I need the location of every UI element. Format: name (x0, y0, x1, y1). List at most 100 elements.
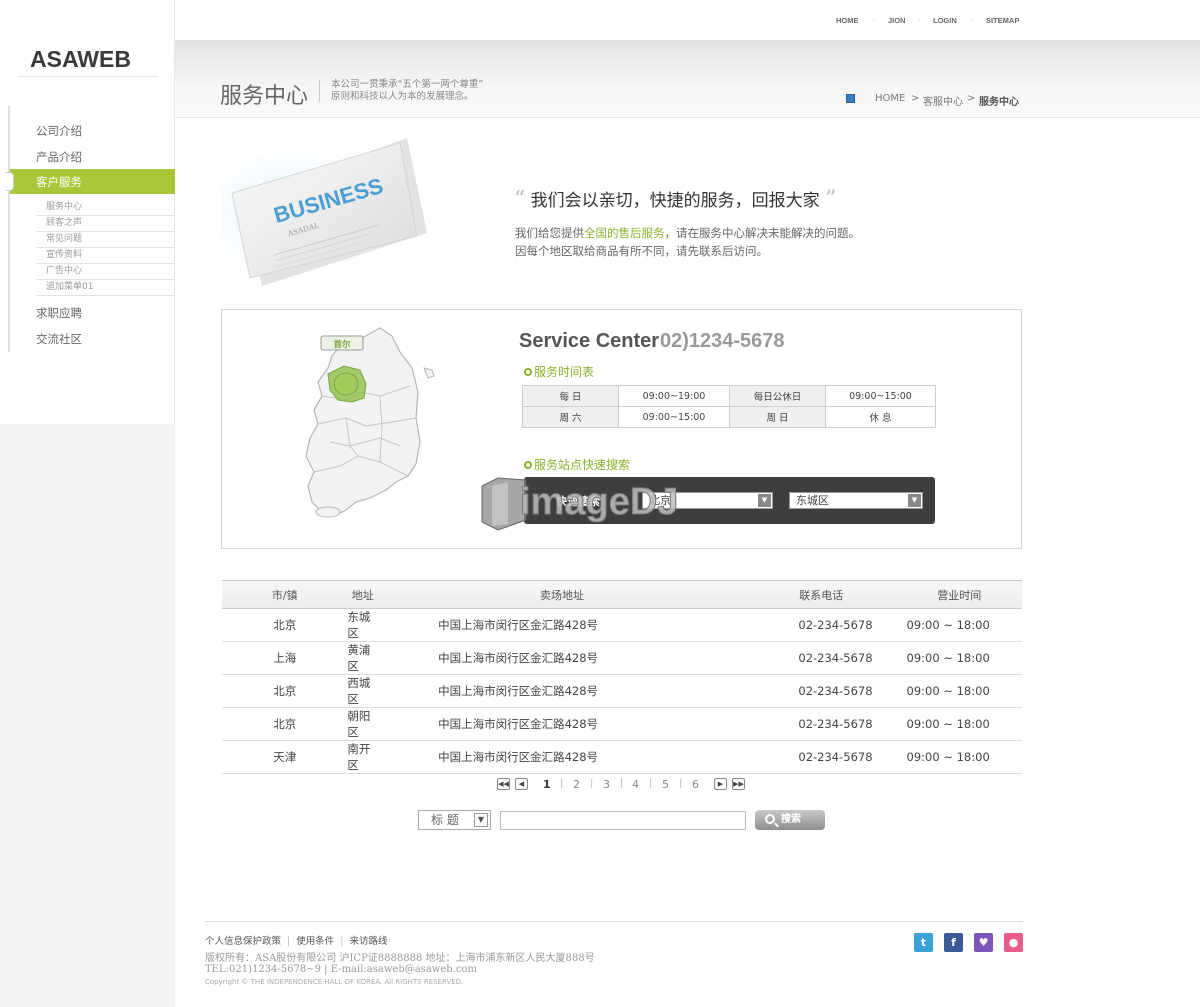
cell-district: 西城区 (347, 674, 379, 708)
hours-label: 每日公休日 (729, 385, 826, 407)
cell-address: 中国上海市闵行区金汇路428号 (378, 740, 747, 774)
page-5[interactable]: 5 (662, 778, 669, 791)
hours-label: 周 日 (729, 406, 826, 428)
pagination: ◀◀ ◀ 1 | 2 | 3 | 4 | 5 | 6 ▶ ▶▶ (497, 778, 757, 792)
cell-address: 中国上海市闵行区金汇路428号 (378, 608, 747, 642)
cell-phone: 02-234-5678 (746, 740, 897, 774)
logo-divider (18, 76, 158, 77)
menu-item-jobs[interactable]: 求职应聘 (36, 305, 82, 321)
footer-link-terms[interactable]: 使用条件 (296, 936, 334, 947)
facebook-icon[interactable]: f (944, 933, 963, 952)
page: ASAWEB 公司介绍 产品介绍 客户服务 服务中心 顾客之声 常见问题 宣传资… (0, 0, 1200, 1007)
table-row[interactable]: 上海 黄浦区 中国上海市闵行区金汇路428号 02-234-5678 09:00… (222, 641, 1022, 675)
menu-item-products[interactable]: 产品介绍 (36, 149, 82, 165)
cell-hours: 09:00 ~ 18:00 (896, 608, 1022, 642)
footer-link-directions[interactable]: 来访路线 (349, 936, 387, 947)
search-icon (765, 814, 775, 824)
menu-item-community[interactable]: 交流社区 (36, 331, 82, 347)
cell-district: 朝阳区 (347, 707, 379, 741)
intro-headline: “ 我们会以亲切，快捷的服务，回报大家 ” (514, 186, 836, 212)
nav-login[interactable]: LOGIN (933, 16, 957, 25)
cell-district: 黄浦区 (347, 641, 379, 675)
cell-city: 北京 (222, 707, 348, 741)
table-row[interactable]: 天津 南开区 中国上海市闵行区金汇路428号 02-234-5678 09:00… (222, 740, 1022, 774)
nav-sitemap[interactable]: SITEMAP (986, 16, 1019, 25)
breadcrumb-separator: > (967, 93, 976, 104)
hours-table: 每 日 09:00~19:00 每日公休日 09:00~15:00 周 六 09… (522, 385, 936, 428)
intro-highlight: 全国的售后服务 (584, 226, 665, 240)
cell-district: 南开区 (347, 740, 379, 774)
cell-hours: 09:00 ~ 18:00 (896, 740, 1022, 774)
cell-hours: 09:00 ~ 18:00 (896, 707, 1022, 741)
search-button[interactable]: 搜索 (755, 810, 825, 830)
cell-city: 上海 (222, 641, 348, 675)
footer-link-privacy[interactable]: 个人信息保护政策 (205, 936, 281, 947)
description-line: 原则和科技以人为本的发展理念。 (331, 91, 474, 102)
search-field-select[interactable]: 标 题 ▼ (418, 810, 491, 830)
chevron-down-icon: ▼ (758, 494, 771, 507)
service-title: Service Center (519, 330, 660, 352)
nav-home[interactable]: HOME (836, 16, 859, 25)
next-page-icon[interactable]: ▶ (714, 778, 727, 790)
cell-phone: 02-234-5678 (746, 641, 897, 675)
hours-row: 每 日 09:00~19:00 每日公休日 09:00~15:00 (522, 385, 936, 407)
page-1[interactable]: 1 (543, 778, 551, 791)
search-field-value: 标 题 (431, 813, 459, 827)
map-label: 首尔 (333, 339, 351, 350)
chevron-down-icon: ▼ (908, 494, 921, 507)
logo[interactable]: ASAWEB (30, 46, 131, 73)
hours-value: 09:00~15:00 (825, 385, 936, 407)
cell-phone: 02-234-5678 (746, 608, 897, 642)
hours-value: 09:00~19:00 (618, 385, 730, 407)
table-row[interactable]: 北京 朝阳区 中国上海市闵行区金汇路428号 02-234-5678 09:00… (222, 707, 1022, 741)
cell-address: 中国上海市闵行区金汇路428号 (378, 674, 747, 708)
page-2[interactable]: 2 (573, 778, 580, 791)
pig-icon[interactable]: ● (1004, 933, 1023, 952)
menu-item-customer-service[interactable]: 客户服务 (6, 169, 175, 194)
submenu-item-customer-voice[interactable]: 顾客之声 (36, 216, 175, 232)
first-page-icon[interactable]: ◀◀ (497, 778, 510, 790)
search-input[interactable] (500, 811, 746, 830)
footer-separator: | (340, 936, 344, 947)
submenu-item-faq[interactable]: 常见问题 (36, 232, 175, 248)
page-6[interactable]: 6 (692, 778, 699, 791)
page-separator: | (590, 778, 594, 789)
twitter-icon[interactable]: t (914, 933, 933, 952)
hours-heading: 服务时间表 (524, 363, 594, 380)
search-button-label: 搜索 (781, 814, 801, 825)
cell-address: 中国上海市闵行区金汇路428号 (378, 641, 747, 675)
search-heading: 服务站点快速搜索 (524, 456, 630, 473)
submenu-item-ads[interactable]: 广告中心 (36, 264, 175, 280)
submenu-item-promo[interactable]: 宣传资料 (36, 248, 175, 264)
page-separator: | (649, 778, 653, 789)
submenu-item-service-center[interactable]: 服务中心 (36, 200, 175, 216)
table-row[interactable]: 北京 西城区 中国上海市闵行区金汇路428号 02-234-5678 09:00… (222, 674, 1022, 708)
hours-heading-text: 服务时间表 (534, 365, 595, 379)
submenu-item-extra[interactable]: 追加菜单01 (36, 280, 175, 296)
last-page-icon[interactable]: ▶▶ (732, 778, 745, 790)
watermark-text: imageDJ (520, 481, 678, 523)
footer-divider (205, 921, 1023, 922)
me2day-icon[interactable]: ♥ (974, 933, 993, 952)
page-4[interactable]: 4 (632, 778, 639, 791)
menu-item-company[interactable]: 公司介绍 (36, 123, 82, 139)
bullet-icon (524, 461, 532, 469)
cell-city: 天津 (222, 740, 348, 774)
column-header: 营业时间 (896, 580, 1022, 609)
search-heading-text: 服务站点快速搜索 (534, 458, 631, 472)
breadcrumb-support[interactable]: 客服中心 (923, 93, 963, 108)
hours-row: 周 六 09:00~15:00 周 日 休 息 (522, 406, 936, 428)
nav-join[interactable]: JION (888, 16, 906, 25)
korea-map: 首尔 (305, 327, 435, 518)
prev-page-icon[interactable]: ◀ (515, 778, 528, 790)
column-header: 市/镇 (222, 580, 348, 609)
headline-text: 我们会以亲切，快捷的服务，回报大家 (530, 191, 820, 211)
cell-district: 东城区 (347, 608, 379, 642)
breadcrumb-home[interactable]: HOME (875, 93, 905, 104)
cell-hours: 09:00 ~ 18:00 (896, 641, 1022, 675)
district-select[interactable]: 东城区 ▼ (789, 492, 923, 509)
table-row[interactable]: 北京 东城区 中国上海市闵行区金汇路428号 02-234-5678 09:00… (222, 608, 1022, 642)
hours-value: 休 息 (825, 406, 936, 428)
bullet-icon (524, 368, 532, 376)
page-3[interactable]: 3 (603, 778, 610, 791)
